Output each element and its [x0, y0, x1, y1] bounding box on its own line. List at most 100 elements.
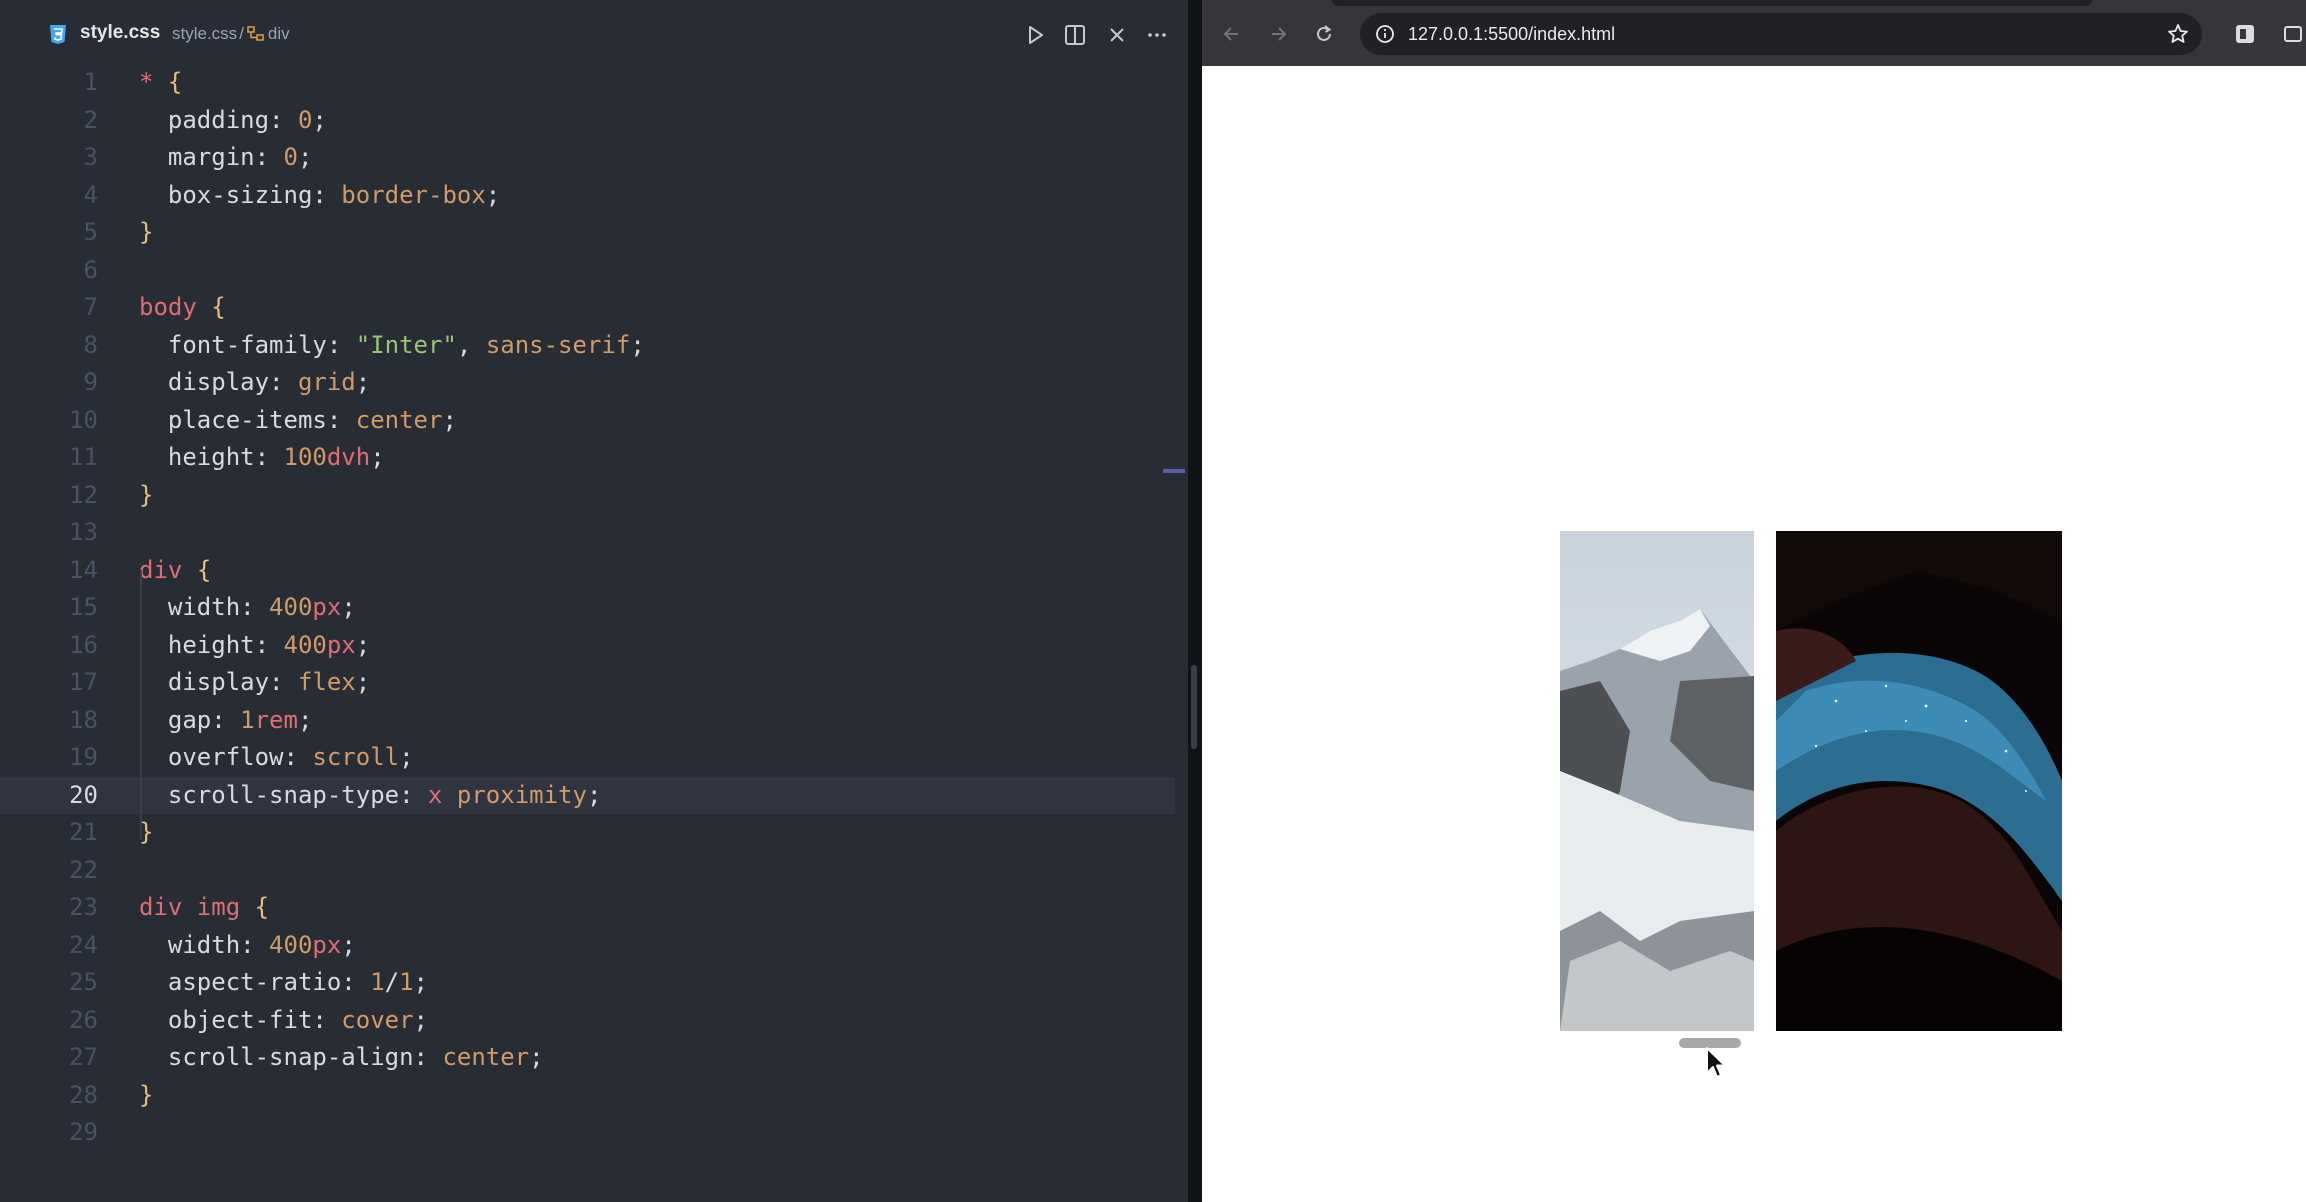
- editor-tab-bar: style.css style.css / div: [0, 0, 1188, 68]
- line-text: font-family: "Inter", sans-serif;: [139, 327, 645, 365]
- code-line[interactable]: 4 box-sizing: border-box;: [0, 177, 1175, 215]
- code-line[interactable]: 27 scroll-snap-align: center;: [0, 1039, 1175, 1077]
- code-token: sans-serif: [485, 330, 631, 359]
- line-number: 3: [83, 143, 98, 171]
- image-scroller[interactable]: [1560, 531, 2092, 1131]
- code-token: ;: [355, 630, 371, 659]
- code-editor-pane: style.css style.css / div 1 * {2 paddin…: [0, 0, 1188, 1202]
- code-token: x: [427, 780, 443, 809]
- code-line[interactable]: 17 display: flex;: [0, 664, 1175, 702]
- code-line[interactable]: 23 div img {: [0, 889, 1175, 927]
- code-line[interactable]: 13: [0, 514, 1175, 552]
- forward-icon[interactable]: [1264, 20, 1292, 48]
- line-number: 15: [69, 593, 98, 621]
- code-line[interactable]: 7 body {: [0, 289, 1175, 327]
- canyon-image: [1776, 531, 2062, 1031]
- code-token: font-family:: [139, 330, 356, 359]
- code-line[interactable]: 1 * {: [0, 64, 1175, 102]
- breadcrumb-separator: /: [239, 24, 244, 43]
- code-token: {: [167, 68, 183, 96]
- code-line[interactable]: 16 height: 400px;: [0, 627, 1175, 665]
- code-token: 0: [283, 143, 298, 171]
- split-editor-icon[interactable]: [1060, 20, 1090, 50]
- line-text: }: [139, 214, 153, 252]
- code-token: 0: [297, 105, 313, 134]
- extension-icon[interactable]: [2280, 21, 2306, 47]
- reload-icon[interactable]: [1310, 20, 1338, 48]
- code-token: scroll: [312, 743, 400, 771]
- code-token: ;: [630, 330, 645, 359]
- code-token: }: [139, 1080, 154, 1109]
- breadcrumb: style.css / div: [172, 24, 290, 44]
- close-icon[interactable]: [1102, 20, 1132, 50]
- code-token: box-sizing:: [139, 180, 342, 209]
- code-line[interactable]: 29: [0, 1114, 1175, 1152]
- run-icon[interactable]: [1020, 20, 1050, 50]
- code-token: 1: [399, 968, 414, 996]
- back-icon[interactable]: [1218, 20, 1246, 48]
- code-line[interactable]: 9 display: grid;: [0, 364, 1175, 402]
- code-token: padding:: [139, 105, 298, 134]
- line-text: display: grid;: [139, 364, 370, 402]
- code-line[interactable]: 10 place-items: center;: [0, 402, 1175, 440]
- code-line[interactable]: 18 gap: 1rem;: [0, 702, 1175, 740]
- code-line[interactable]: 21}: [0, 814, 1175, 852]
- bookmark-star-icon[interactable]: [2166, 22, 2190, 46]
- code-line[interactable]: 5}: [0, 214, 1175, 252]
- code-token: px: [326, 630, 356, 659]
- code-line[interactable]: 26 object-fit: cover;: [0, 1002, 1175, 1040]
- code-token: ;: [413, 1005, 428, 1034]
- code-line[interactable]: 25 aspect-ratio: 1/1;: [0, 964, 1175, 1002]
- line-number: 19: [69, 743, 98, 771]
- code-token: overflow:: [139, 743, 313, 771]
- code-token: place-items:: [139, 405, 356, 434]
- tab-file-name[interactable]: style.css: [80, 22, 160, 44]
- line-number: 8: [83, 330, 98, 359]
- code-area[interactable]: 1 * {2 padding: 0; 3 margin: 0; 4 box-sizin…: [0, 64, 1175, 1152]
- code-line[interactable]: 14 div {: [0, 552, 1175, 590]
- code-line[interactable]: 15 width: 400px;: [0, 589, 1175, 627]
- line-text: width: 400px;: [139, 589, 356, 627]
- code-token: height:: [139, 630, 284, 659]
- code-line[interactable]: 22: [0, 852, 1175, 890]
- breadcrumb-symbol[interactable]: div: [268, 24, 290, 44]
- code-line[interactable]: 2 padding: 0;: [0, 102, 1175, 140]
- code-token: "Inter": [355, 330, 457, 359]
- code-token: cover: [341, 1005, 414, 1034]
- code-token: 1: [240, 705, 255, 734]
- code-token: 400: [269, 593, 313, 621]
- code-line[interactable]: 24 width: 400px;: [0, 927, 1175, 965]
- extension-icon[interactable]: [2232, 21, 2258, 47]
- more-actions-icon[interactable]: [1142, 20, 1172, 50]
- splitter-handle[interactable]: [1191, 665, 1197, 749]
- pane-splitter[interactable]: [1188, 0, 1202, 1202]
- code-line[interactable]: 12}: [0, 477, 1175, 515]
- address-bar[interactable]: 127.0.0.1:5500/index.html: [1360, 13, 2202, 55]
- url-text[interactable]: 127.0.0.1:5500/index.html: [1408, 24, 1615, 45]
- breadcrumb-file[interactable]: style.css: [172, 24, 237, 44]
- line-number: 24: [69, 930, 98, 959]
- code-line[interactable]: 3 margin: 0;: [0, 139, 1175, 177]
- code-token: ;: [355, 668, 371, 696]
- line-number: 21: [69, 818, 98, 846]
- code-line[interactable]: 28}: [0, 1077, 1175, 1115]
- line-text: gap: 1rem;: [139, 702, 313, 740]
- code-line[interactable]: 11 height: 100dvh;: [0, 439, 1175, 477]
- mountain-image: [1560, 531, 1754, 1031]
- code-token: object-fit:: [139, 1005, 342, 1034]
- line-text: }: [139, 1077, 153, 1115]
- line-number: 18: [69, 705, 98, 734]
- line-number: 13: [69, 518, 98, 546]
- site-info-icon[interactable]: [1374, 23, 1396, 45]
- code-line[interactable]: 19 overflow: scroll;: [0, 739, 1175, 777]
- line-text: box-sizing: border-box;: [139, 177, 500, 215]
- code-line[interactable]: 6: [0, 252, 1175, 290]
- line-number: 9: [83, 368, 98, 396]
- code-line[interactable]: 8 font-family: "Inter", sans-serif;: [0, 327, 1175, 365]
- code-line[interactable]: 20 scroll-snap-type: x proximity;: [0, 776, 1175, 814]
- code-token: ;: [341, 593, 356, 621]
